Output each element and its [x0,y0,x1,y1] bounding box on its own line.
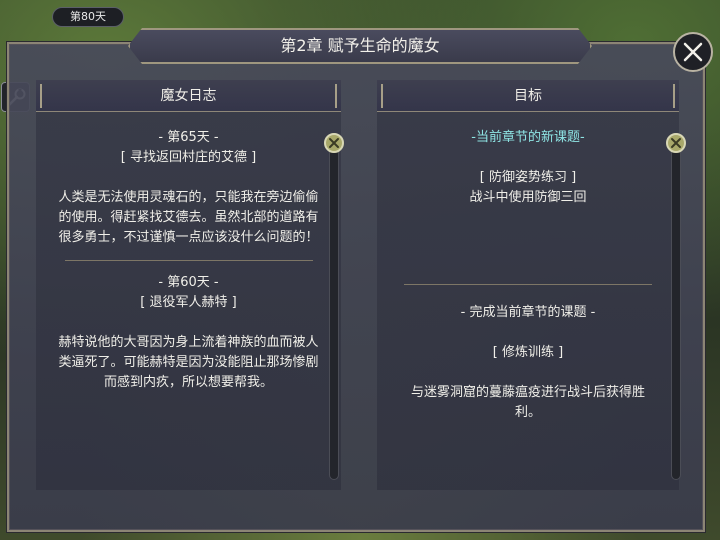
goals-scroll-area[interactable]: -当前章节的新课题- [ 防御姿势练习 ] 战斗中使用防御三回 - 完成当前章节… [377,116,679,486]
goals-scroll-knob[interactable] [666,133,686,153]
journal-title: 魔女日志 [160,88,217,104]
entry-title: [ 寻找返回村庄的艾德 ] [120,150,257,165]
goals-title: 目标 [514,88,542,104]
journal-scroll-knob[interactable] [324,133,344,153]
header-ornament [381,84,383,108]
header-ornament [673,84,675,108]
close-button[interactable] [673,32,713,72]
goals-scrollbar[interactable] [671,140,681,480]
day-counter: 第80天 [52,7,124,27]
close-icon [683,42,703,62]
entry-title: [ 退役军人赫特 ] [140,295,237,310]
entry-body: 人类是无法使用灵魂石的，只能我在旁边偷偷的使用。得赶紧找艾德去。虽然北部的道路有… [58,190,319,245]
x-circle-icon [671,138,681,148]
complete-goal-label: - 完成当前章节的课题 - [460,305,596,320]
current-task-title: [ 防御姿势练习 ] [479,170,577,185]
header-ornament [40,84,42,108]
window-title: 第2章 赋予生命的魔女 [280,36,440,55]
current-task-desc: 战斗中使用防御三回 [469,190,587,205]
current-goal: -当前章节的新课题- [ 防御姿势练习 ] 战斗中使用防御三回 [377,128,679,208]
completed-goal: - 完成当前章节的课题 - [ 修炼训练 ] 与迷雾洞窟的蔓藤瘟疫进行战斗后获得… [377,303,679,423]
complete-task-title: [ 修炼训练 ] [492,345,564,360]
current-goal-label: -当前章节的新课题- [471,130,585,145]
journal-scroll-area[interactable]: - 第65天 - [ 寻找返回村庄的艾德 ] 人类是无法使用灵魂石的，只能我在旁… [36,116,341,486]
journal-panel: 魔女日志 - 第65天 - [ 寻找返回村庄的艾德 ] 人类是无法使用灵魂石的，… [36,80,341,490]
x-circle-icon [329,138,339,148]
entry-day: - 第60天 - [158,275,219,290]
entry-day: - 第65天 - [158,130,219,145]
goals-header: 目标 [377,80,679,112]
journal-entry: - 第65天 - [ 寻找返回村庄的艾德 ] 人类是无法使用灵魂石的，只能我在旁… [36,128,341,248]
complete-task-desc: 与迷雾洞窟的蔓藤瘟疫进行战斗后获得胜利。 [410,385,645,420]
journal-header: 魔女日志 [36,80,341,112]
header-ornament [335,84,337,108]
goals-panel: 目标 -当前章节的新课题- [ 防御姿势练习 ] 战斗中使用防御三回 - 完成当… [377,80,679,490]
journal-entry: - 第60天 - [ 退役军人赫特 ] 赫特说他的大哥因为身上流着神族的血而被人… [36,273,341,393]
entry-divider [64,260,313,261]
entry-body: 赫特说他的大哥因为身上流着神族的血而被人类逼死了。可能赫特是因为没能阻止那场惨剧… [58,335,319,390]
goal-divider [404,284,652,285]
journal-scrollbar[interactable] [329,140,339,480]
